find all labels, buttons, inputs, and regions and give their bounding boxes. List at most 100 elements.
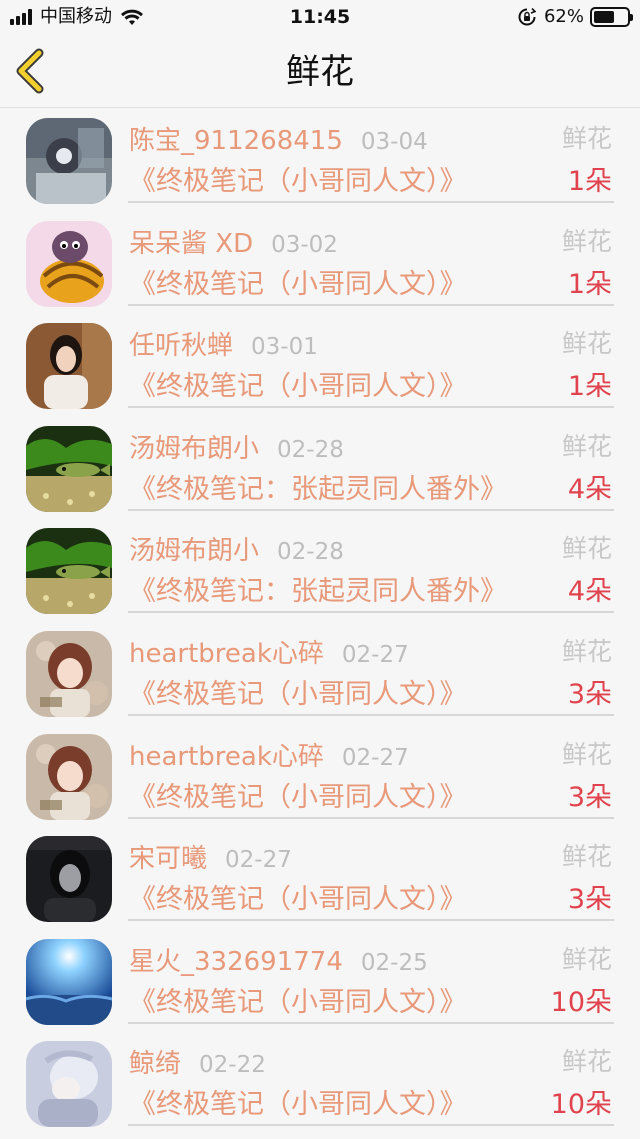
orientation-lock-icon bbox=[518, 8, 536, 26]
gift-type: 鲜花 bbox=[561, 329, 612, 359]
gift-type: 鲜花 bbox=[561, 431, 612, 461]
username-text: 陈宝_911268415 bbox=[129, 126, 343, 156]
work-title[interactable]: 《终极笔记（小哥同人文）》 bbox=[129, 985, 467, 1021]
list-item[interactable]: 任听秋蝉 03-01 鲜花《终极笔记（小哥同人文）》 1朵 bbox=[0, 313, 640, 416]
gift-count: 4朵 bbox=[567, 473, 612, 505]
gift-count: 1朵 bbox=[567, 166, 612, 197]
battery-fill bbox=[594, 11, 614, 23]
avatar[interactable] bbox=[26, 425, 112, 512]
gift-count: 3朵 bbox=[567, 678, 612, 710]
gift-count: 1朵 bbox=[567, 371, 612, 403]
row-divider bbox=[128, 1021, 614, 1024]
avatar[interactable] bbox=[26, 220, 112, 307]
row-divider bbox=[128, 303, 614, 306]
gift-type: 鲜花 bbox=[561, 124, 612, 153]
gift-date: 02-28 bbox=[277, 436, 344, 463]
avatar[interactable] bbox=[26, 118, 112, 204]
gift-date: 03-01 bbox=[251, 334, 318, 361]
work-title[interactable]: 《终极笔记：张起灵同人番外》 bbox=[129, 574, 507, 610]
username[interactable]: 任听秋蝉 03-01 bbox=[129, 329, 318, 364]
avatar[interactable] bbox=[26, 630, 112, 717]
row-divider bbox=[128, 816, 614, 819]
list-item[interactable]: 陈宝_911268415 03-04 鲜花《终极笔记（小哥同人文）》 1朵 bbox=[0, 108, 640, 211]
gift-count: 10朵 bbox=[550, 1089, 612, 1121]
avatar-fish-tank bbox=[26, 425, 112, 512]
username[interactable]: 鲸绮 02-22 bbox=[129, 1047, 266, 1082]
gift-date: 02-27 bbox=[225, 847, 292, 874]
avatar-selfie bbox=[26, 118, 112, 204]
work-title[interactable]: 《终极笔记（小哥同人文）》 bbox=[129, 164, 467, 200]
gift-type: 鲜花 bbox=[561, 842, 612, 872]
username-text: heartbreak心碎 bbox=[129, 741, 324, 772]
gift-type: 鲜花 bbox=[561, 739, 612, 769]
username[interactable]: 呆呆酱 XD 03-02 bbox=[129, 227, 338, 262]
work-title[interactable]: 《终极笔记：张起灵同人番外》 bbox=[129, 472, 507, 508]
status-bar: 中国移动 11:45 62% bbox=[0, 0, 640, 34]
username[interactable]: 星火_332691774 02-25 bbox=[129, 945, 428, 980]
gift-list[interactable]: 陈宝_911268415 03-04 鲜花 《终极笔记（小哥同人文）》 1朵 呆呆酱 XD… bbox=[0, 108, 640, 1139]
username[interactable]: 汤姆布朗小 02-28 bbox=[129, 432, 344, 467]
list-item[interactable]: 汤姆布朗小 02-28 鲜花 《终极笔记：张起灵同人番外》 4朵 bbox=[0, 518, 640, 621]
row-divider bbox=[128, 611, 614, 614]
work-title[interactable]: 《终极笔记（小哥同人文）》 bbox=[129, 1087, 467, 1123]
row-divider bbox=[128, 919, 614, 922]
username[interactable]: 汤姆布朗小 02-28 bbox=[129, 534, 344, 569]
avatar-anime-girl bbox=[26, 630, 112, 717]
gift-count: 3朵 bbox=[567, 781, 612, 813]
row-divider bbox=[128, 1124, 614, 1127]
avatar[interactable] bbox=[26, 1041, 112, 1128]
username-text: 鲸绮 bbox=[129, 1049, 182, 1080]
work-title[interactable]: 《终极笔记（小哥同人文）》 bbox=[129, 677, 467, 713]
avatar-girl-photo bbox=[26, 323, 112, 410]
list-item[interactable]: 宋可曦 02-27 鲜花《终极笔记（小哥同人文）》 3朵 bbox=[0, 826, 640, 929]
username[interactable]: 宋可曦 02-27 bbox=[129, 842, 292, 877]
username-text: 汤姆布朗小 bbox=[129, 536, 260, 567]
avatar[interactable] bbox=[26, 528, 112, 615]
avatar[interactable] bbox=[26, 938, 112, 1025]
row-divider bbox=[128, 508, 614, 511]
gift-date: 02-27 bbox=[341, 744, 409, 771]
avatar-cartoon-turtle bbox=[26, 220, 112, 307]
avatar[interactable] bbox=[26, 323, 112, 410]
gift-date: 03-02 bbox=[271, 231, 338, 258]
gift-type: 鲜花 bbox=[561, 636, 612, 666]
avatar-dark-portrait bbox=[26, 836, 112, 923]
list-item[interactable]: heartbreak心碎 02-27 鲜花《终极笔记（小哥同人文）》 3朵 bbox=[0, 621, 640, 724]
username-text: 汤姆布朗小 bbox=[129, 433, 260, 464]
row-divider bbox=[128, 713, 614, 716]
avatar[interactable] bbox=[26, 836, 112, 923]
list-item[interactable]: heartbreak心碎 02-27 鲜花《终极笔记（小哥同人文）》 3朵 bbox=[0, 724, 640, 827]
username-text: heartbreak心碎 bbox=[129, 638, 324, 669]
username-text: 任听秋蝉 bbox=[129, 331, 234, 362]
list-item[interactable]: 鲸绮 02-22 鲜花 《终极笔记（小哥同人文）》 10朵 bbox=[0, 1031, 640, 1134]
work-title[interactable]: 《终极笔记（小哥同人文）》 bbox=[129, 882, 467, 918]
gift-count: 1朵 bbox=[567, 268, 612, 300]
gift-date: 02-27 bbox=[341, 641, 409, 668]
gift-type: 鲜花 bbox=[561, 944, 612, 974]
list-item[interactable]: 汤姆布朗小 02-28 鲜花《终极笔记：张起灵同人番外》 4朵 bbox=[0, 416, 640, 519]
work-title[interactable]: 《终极笔记（小哥同人文）》 bbox=[129, 780, 467, 816]
work-title[interactable]: 《终极笔记（小哥同人文）》 bbox=[129, 267, 467, 303]
gift-count: 4朵 bbox=[567, 576, 612, 608]
gift-date: 02-28 bbox=[277, 539, 344, 566]
page-title: 鲜花 bbox=[286, 52, 354, 92]
gift-date: 02-25 bbox=[360, 949, 428, 976]
username[interactable]: heartbreak心碎 02-27 bbox=[129, 637, 409, 672]
list-item[interactable]: 呆呆酱 XD 03-02 鲜花《终极笔记（小哥同人文）》 1朵 bbox=[0, 211, 640, 314]
gift-type: 鲜花 bbox=[561, 226, 612, 256]
username[interactable]: heartbreak心碎 02-27 bbox=[129, 740, 409, 775]
work-title[interactable]: 《终极笔记（小哥同人文）》 bbox=[129, 369, 467, 405]
battery-icon bbox=[590, 7, 633, 27]
list-item[interactable]: 星火_332691774 02-25 鲜花《终极笔记（小哥同人文）》 10朵 bbox=[0, 929, 640, 1032]
username-text: 宋可曦 bbox=[129, 844, 208, 875]
avatar-pale-portrait bbox=[26, 1041, 112, 1128]
gift-date: 02-22 bbox=[199, 1052, 266, 1079]
nav-bar: 鲜花 bbox=[0, 34, 640, 108]
avatar-fish-tank bbox=[26, 528, 112, 615]
avatar-blue-sky bbox=[26, 938, 112, 1025]
avatar[interactable] bbox=[26, 733, 112, 820]
username[interactable]: 陈宝_911268415 03-04 bbox=[129, 124, 428, 159]
gift-count: 10朵 bbox=[550, 986, 612, 1018]
gift-count: 3朵 bbox=[567, 884, 612, 916]
row-divider bbox=[128, 406, 614, 409]
